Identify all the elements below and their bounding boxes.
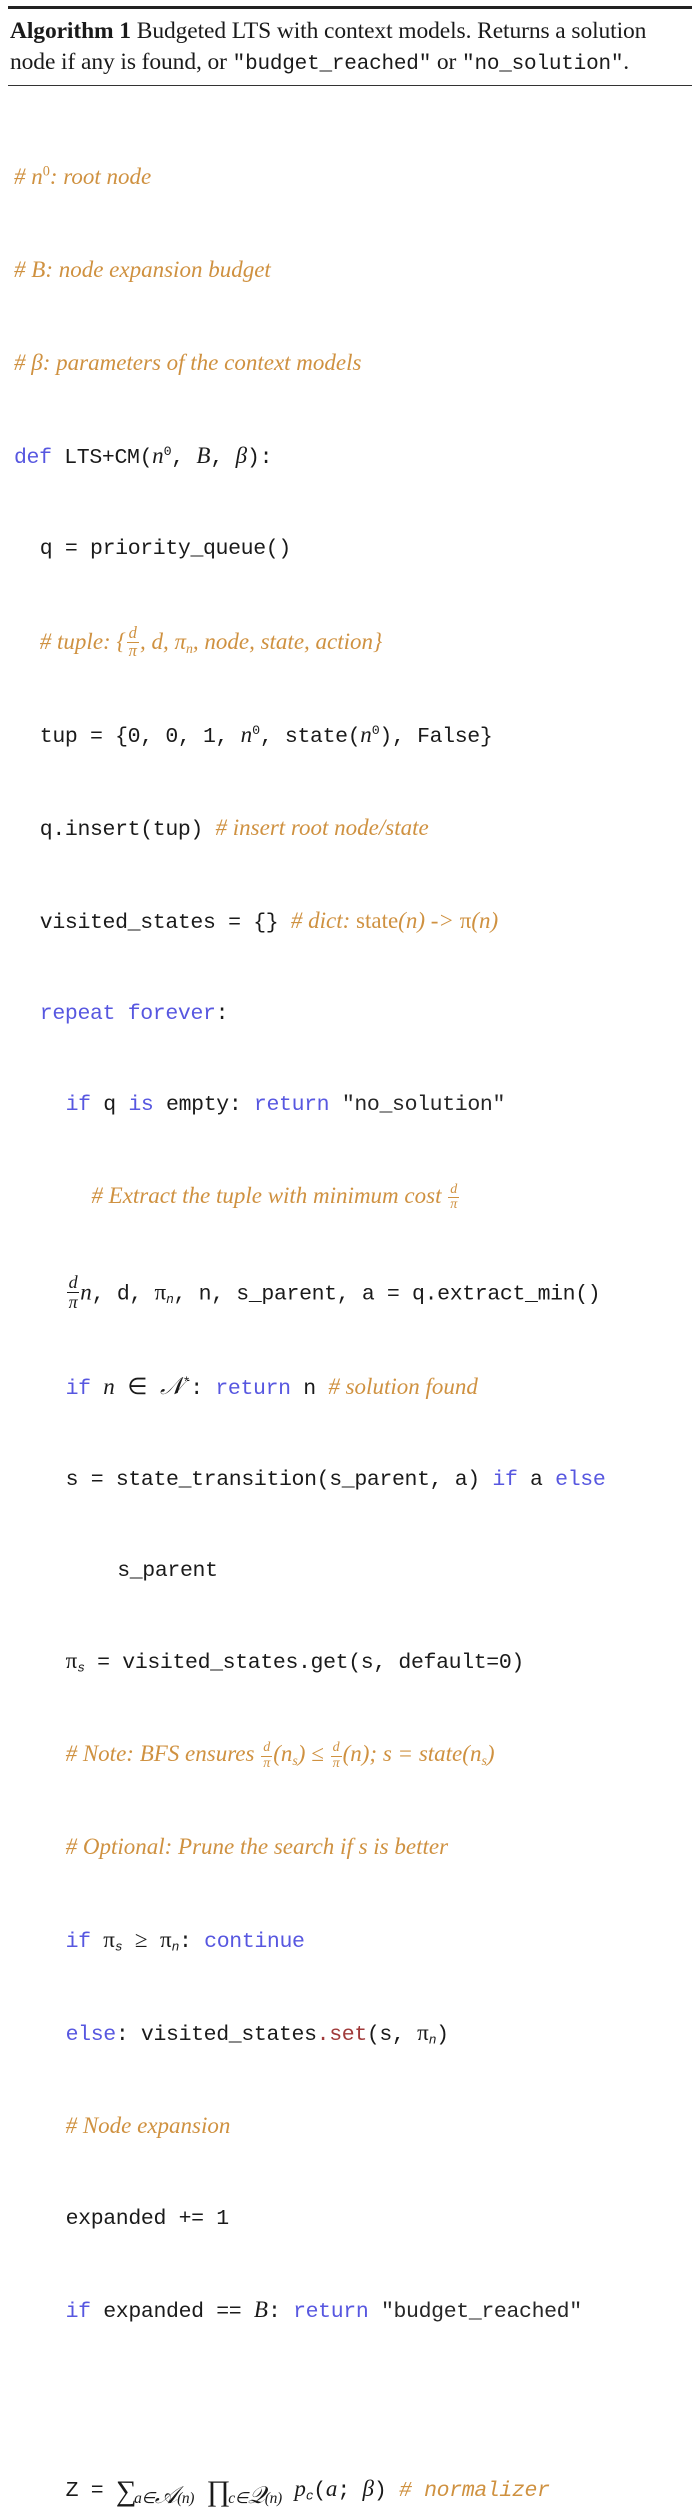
keyword-if-2: if — [65, 1376, 91, 1401]
code-line-q-init: q = priority_queue() — [39, 537, 291, 561]
keyword-return-1: return — [253, 1092, 330, 1117]
code-line-comment-tuple: # tuple: {d π, d, πn, node, state, action… — [14, 622, 692, 660]
code-line-if-prune: if πs ≥ πn: continue — [65, 1927, 305, 1955]
call-state-transition: state_transition — [115, 1467, 317, 1492]
code-line-else-set: else: visited_states.set(s, πn) — [65, 2020, 449, 2048]
code-line-def: def LTS+CM(n0, B, β): — [14, 443, 273, 471]
code-line-state-transition: s = state_transition(s_parent, a) if a e… — [65, 1467, 606, 1492]
code-line-comment-note-bfs: # Note: BFS ensures d π (ns) ≤ d π (n); s = … — [14, 1739, 692, 1771]
comment-dict: # dict: state(n) -> π(n) — [290, 907, 499, 933]
var-q: q — [39, 537, 53, 561]
code-line-comment-optional: # Optional: Prune the search if s is bet… — [14, 1832, 692, 1864]
comment-normalizer: # normalizer — [399, 2479, 550, 2504]
code-line-comment-budget: # B: node expansion budget — [14, 255, 692, 287]
var-Z: Z — [65, 2479, 79, 2504]
code-line-normalizer: Z = ∑a∈𝒜(n) ∏c∈𝒬(n) pc(a; β) # normalize… — [65, 2475, 550, 2509]
keyword-forever: forever — [127, 1001, 216, 1026]
var-s-parent: s_parent — [117, 1558, 218, 1583]
algorithm-label: Algorithm 1 — [10, 18, 131, 44]
keyword-repeat: repeat — [39, 1001, 116, 1026]
code-line-tup: tup = {0, 0, 1, n0, state(n0), False} — [39, 722, 493, 750]
string-no-solution: "no_solution" — [341, 1092, 506, 1117]
code-line-comment-params: # β: parameters of the context models — [14, 348, 692, 380]
code-line-if-empty: if q is empty: return "no_solution" — [65, 1092, 506, 1117]
var-expanded: expanded — [65, 2206, 167, 2231]
method-set: .set — [316, 2023, 368, 2048]
keyword-else-1: else — [555, 1467, 606, 1492]
comment-solution-found: # solution found — [328, 1373, 478, 1399]
algorithm-caption: Algorithm 1 Budgeted LTS with context mo… — [8, 9, 692, 82]
keyword-is: is — [128, 1092, 154, 1117]
code-line-if-goal: if n ∈ 𝒩*: return n # solution found — [65, 1373, 478, 1401]
keyword-return-3: return — [293, 2299, 369, 2324]
literal-false: False — [417, 725, 480, 750]
caption-code-no-solution: "no_solution" — [462, 52, 624, 76]
code-line-state-transition-cont: s_parent — [14, 1556, 692, 1586]
call-priority-queue: priority_queue() — [90, 537, 291, 561]
keyword-if-1: if — [65, 1092, 91, 1117]
keyword-def: def — [14, 446, 52, 471]
code-line-comment-node-expansion: # Node expansion — [14, 2111, 692, 2143]
keyword-continue: continue — [204, 1930, 305, 1955]
keyword-if-3: if — [492, 1467, 518, 1492]
code-line-repeat: repeat forever: — [39, 1001, 229, 1026]
call-state: state — [284, 725, 348, 750]
code-line-extract-min: d π n, d, πn, n, s_parent, a = q.extract_m… — [66, 1272, 601, 1312]
comment-tuple: # tuple: {d π, d, πn, node, state, action… — [39, 622, 383, 660]
var-visited-states: visited_states — [39, 910, 216, 935]
word-empty: empty — [166, 1092, 229, 1117]
keyword-else-2: else — [65, 2023, 117, 2048]
comment-extract: # Extract the tuple with minimum cost dπ — [91, 1181, 460, 1212]
keyword-return-2: return — [215, 1376, 291, 1401]
comment-optional-prune: # Optional: Prune the search if s is bet… — [65, 1834, 449, 1860]
comment-budget: # B: node expansion budget — [14, 257, 271, 283]
code-line-comment-root: # n0: root node — [14, 162, 692, 194]
call-extract-min: q.extract_min() — [412, 1282, 601, 1307]
var-tup: tup — [39, 725, 78, 750]
keyword-if-5: if — [65, 2299, 91, 2324]
string-budget-reached: "budget_reached" — [380, 2299, 582, 2324]
call-q-insert: q.insert — [39, 818, 141, 843]
caption-text-2: or — [431, 48, 463, 75]
comment-node-expansion: # Node expansion — [65, 2112, 231, 2138]
code-line-pi-s: πs = visited_states.get(s, default=0) — [65, 1648, 525, 1677]
comment-insert-root: # insert root node/state — [215, 815, 429, 841]
comment-note-bfs: # Note: BFS ensures d π (ns) ≤ d π (n); s = … — [65, 1740, 495, 1771]
algorithm-block: Algorithm 1 Budgeted LTS with context mo… — [8, 6, 692, 2520]
function-name: LTS+CM — [64, 446, 140, 471]
code-line-q-insert-root: q.insert(tup) # insert root node/state — [39, 815, 429, 843]
method-get: .get — [298, 1651, 349, 1676]
keyword-if-4: if — [65, 1930, 91, 1955]
code-line-if-budget: if expanded == B: return "budget_reached… — [65, 2296, 583, 2324]
comment-root-node: # n0: root node — [14, 163, 152, 190]
caption-text-3: . — [623, 48, 630, 75]
code-line-comment-extract: # Extract the tuple with minimum cost dπ — [14, 1181, 692, 1213]
code-line-visited-init: visited_states = {} # dict: state(n) -> … — [39, 907, 499, 935]
algorithm-code: # n0: root node # B: node expansion budg… — [8, 86, 692, 2520]
comment-params: # β: parameters of the context models — [14, 350, 362, 376]
caption-code-budget-reached: "budget_reached" — [232, 52, 432, 76]
code-line-expanded-inc: expanded += 1 — [65, 2206, 230, 2231]
